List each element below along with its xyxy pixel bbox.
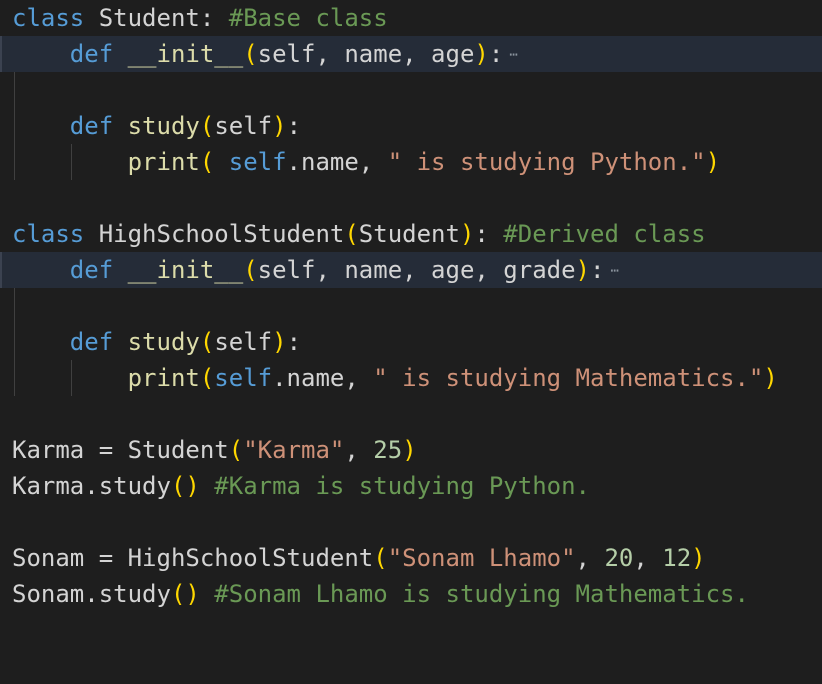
code-editor[interactable]: class Student: #Base class def __init__(…: [0, 0, 822, 628]
code-line-3-empty[interactable]: [0, 72, 822, 108]
code-line-1[interactable]: class Student: #Base class: [0, 0, 822, 36]
code-line-7[interactable]: class HighSchoolStudent(Student): #Deriv…: [0, 216, 822, 252]
code-line-12-empty[interactable]: [0, 396, 822, 432]
code-line-13[interactable]: Karma = Student("Karma", 25): [0, 432, 822, 468]
ellipsis-icon[interactable]: ⋯: [509, 37, 517, 73]
code-line-10[interactable]: def study(self):: [0, 324, 822, 360]
code-line-9-empty[interactable]: [0, 288, 822, 324]
code-line-15-empty[interactable]: [0, 504, 822, 540]
code-line-5[interactable]: print( self.name, " is studying Python."…: [0, 144, 822, 180]
code-line-8-folded[interactable]: def __init__(self, name, age, grade): ⋯: [0, 252, 822, 288]
code-line-6-empty[interactable]: [0, 180, 822, 216]
code-line-2-folded[interactable]: def __init__(self, name, age): ⋯: [0, 36, 822, 72]
code-line-16[interactable]: Sonam = HighSchoolStudent("Sonam Lhamo",…: [0, 540, 822, 576]
code-line-17[interactable]: Sonam.study() #Sonam Lhamo is studying M…: [0, 576, 822, 612]
code-line-11[interactable]: print(self.name, " is studying Mathemati…: [0, 360, 822, 396]
code-line-14[interactable]: Karma.study() #Karma is studying Python.: [0, 468, 822, 504]
ellipsis-icon[interactable]: ⋯: [610, 253, 618, 289]
code-line-4[interactable]: def study(self):: [0, 108, 822, 144]
